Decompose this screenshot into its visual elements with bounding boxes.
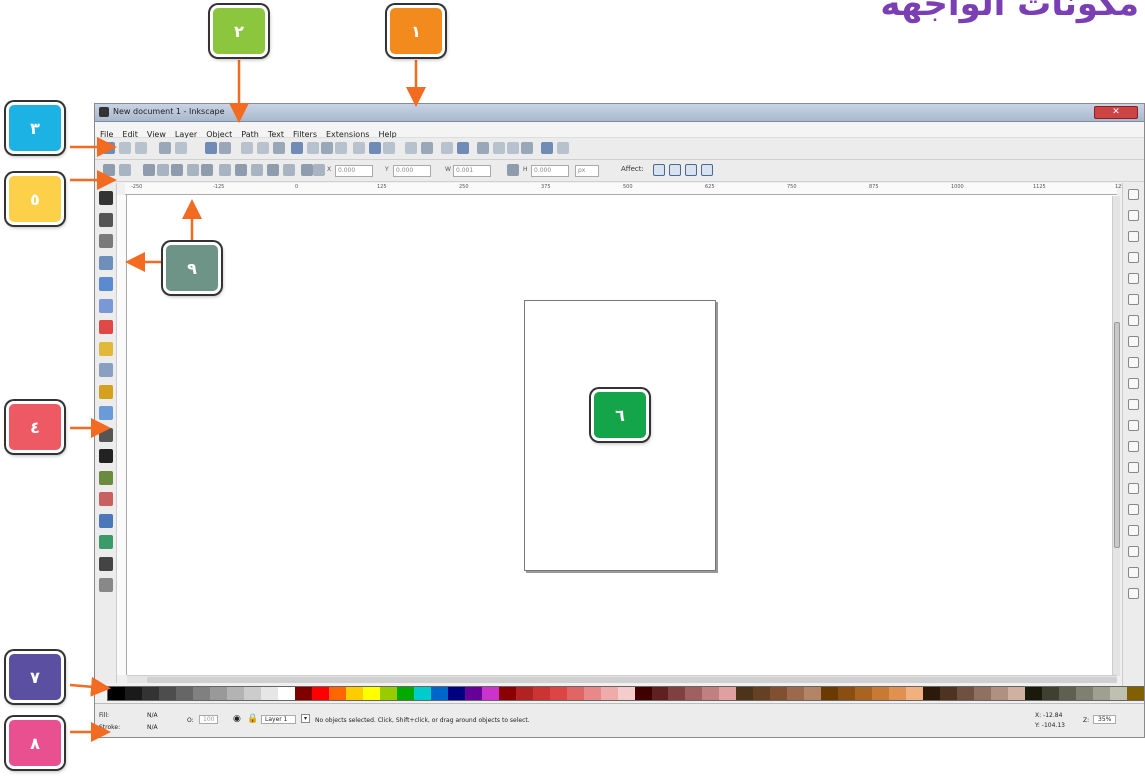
callout-badge-2: ٢ xyxy=(210,5,268,57)
callout-arrow xyxy=(69,676,111,697)
callout-badge-9: ٩ xyxy=(163,242,221,294)
callout-badge-7: ٧ xyxy=(6,651,64,703)
callout-badge-5: ٥ xyxy=(6,173,64,225)
callout-badge-8: ٨ xyxy=(6,717,64,769)
callout-arrows xyxy=(69,60,426,742)
callout-badge-6: ٦ xyxy=(591,389,649,441)
callout-badge-4: ٤ xyxy=(6,401,64,453)
callout-badge-3: ٣ xyxy=(6,102,64,154)
callout-badge-1: ١ xyxy=(387,5,445,57)
